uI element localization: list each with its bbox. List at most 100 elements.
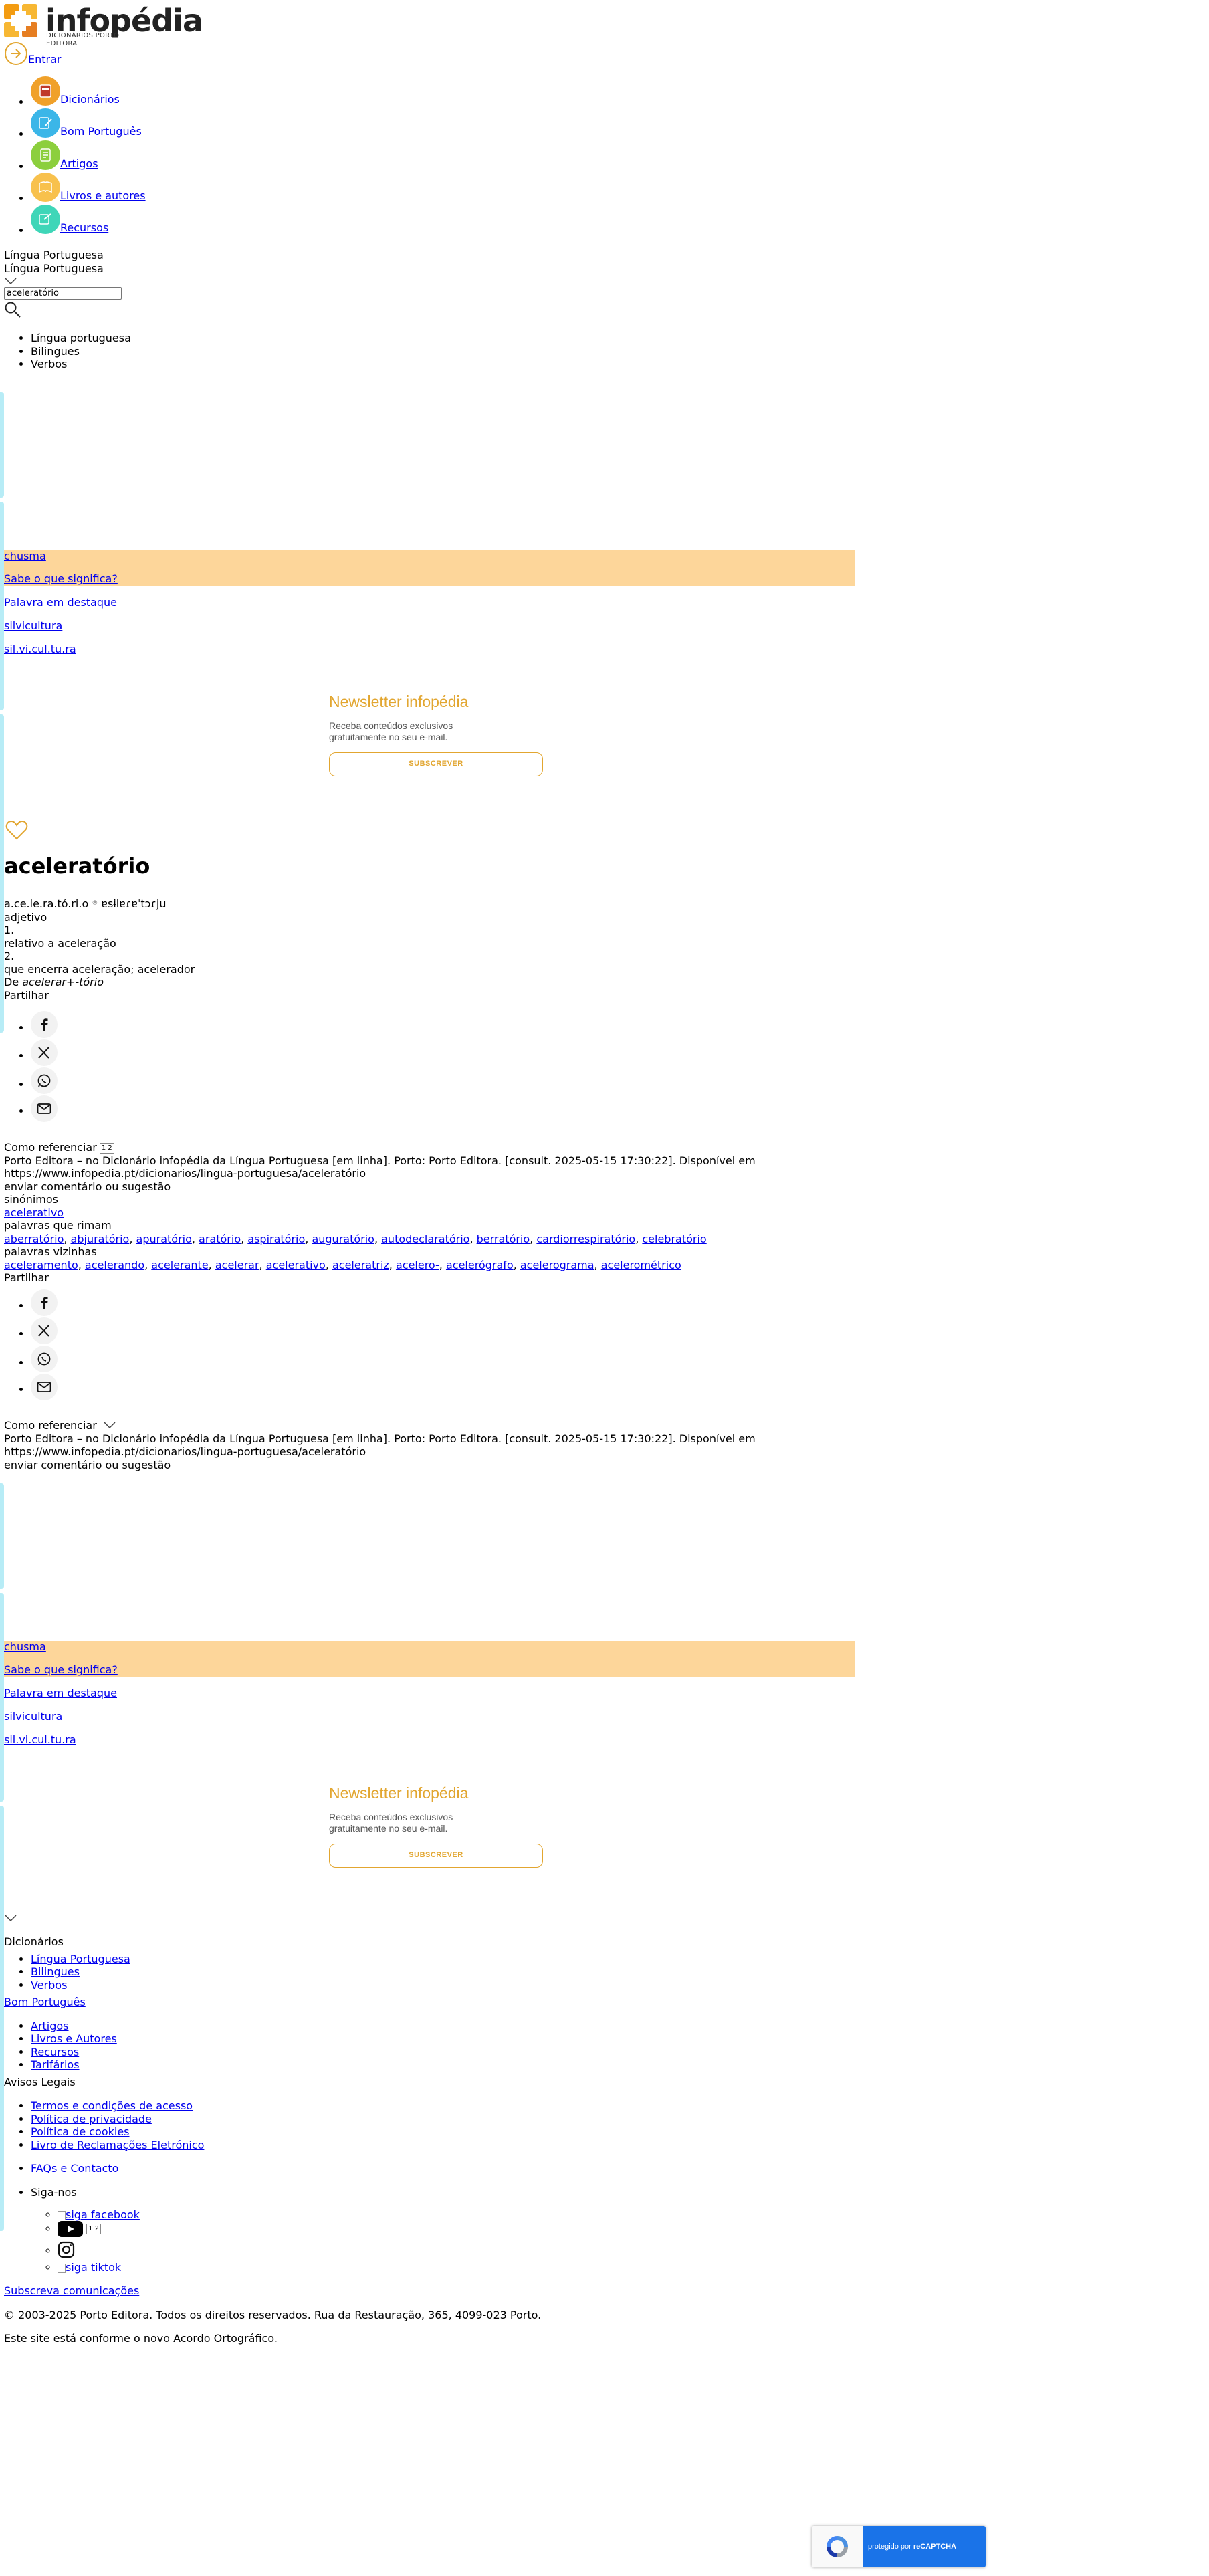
language-selector[interactable]: Língua Portuguesa Língua Portuguesa <box>4 249 104 288</box>
neighbor-link[interactable]: acelerógrafo <box>446 1259 514 1271</box>
feedback-link[interactable]: enviar comentário ou sugestão <box>4 1459 756 1472</box>
neighbor-link[interactable]: acelerativo <box>266 1259 326 1271</box>
promo-word[interactable]: chusma <box>4 550 46 562</box>
nav-item-artigos[interactable]: Artigos <box>31 138 146 170</box>
promo-question[interactable]: Sabe o que significa? <box>4 1663 118 1676</box>
chevron-down-icon[interactable] <box>4 277 17 285</box>
site-logo[interactable]: infopédia DICIONÁRIOS PORTO EDITORA <box>4 4 203 47</box>
footer-link[interactable]: Livro de Reclamações Eletrónico <box>31 2139 204 2151</box>
share-item[interactable] <box>31 1317 58 1346</box>
nav-label[interactable]: Dicionários <box>60 93 120 106</box>
rhyme-link[interactable]: apuratório <box>136 1232 192 1245</box>
audio-icon[interactable]: ® <box>92 900 98 907</box>
nav-label[interactable]: Bom Português <box>60 125 142 138</box>
share-item[interactable] <box>31 1095 58 1123</box>
email-icon[interactable] <box>31 1374 58 1400</box>
rhyme-link[interactable]: cardiorrespiratório <box>536 1232 635 1245</box>
nav-item-livros[interactable]: Livros e autores <box>31 170 146 202</box>
share-item[interactable] <box>31 1039 58 1067</box>
promo-question[interactable]: Sabe o que significa? <box>4 572 118 585</box>
nav-item-bom-portugues[interactable]: Bom Português <box>31 106 146 138</box>
cite-expand-icon[interactable]: 1 2 <box>99 1142 114 1154</box>
chevron-down-icon[interactable] <box>4 1914 17 1922</box>
footer-link[interactable]: Bilingues <box>31 1965 80 1978</box>
word-promo-banner[interactable] <box>4 550 855 586</box>
footer-link[interactable]: Tarifários <box>31 2058 80 2071</box>
neighbor-link[interactable]: acelero- <box>396 1259 439 1271</box>
footer-link[interactable]: Política de privacidade <box>31 2113 152 2125</box>
neighbor-link[interactable]: acelerograma <box>520 1259 594 1271</box>
x-twitter-icon[interactable] <box>31 1317 58 1344</box>
sense-number: 2. <box>4 950 15 962</box>
footer-faq-link[interactable]: FAQs e Contacto <box>31 2162 118 2175</box>
featured-syllables[interactable]: sil.vi.cul.tu.ra <box>4 643 76 655</box>
rhyme-link[interactable]: abjuratório <box>71 1232 130 1245</box>
x-twitter-icon[interactable] <box>31 1039 58 1066</box>
recaptcha-badge[interactable]: protegido por reCAPTCHA <box>812 2526 986 2567</box>
footer-link[interactable]: Artigos <box>31 2020 69 2032</box>
cite-toggle[interactable]: Como referenciar <box>4 1419 756 1432</box>
neighbor-link[interactable]: acelerando <box>85 1259 144 1271</box>
synonym-link[interactable]: acelerativo <box>4 1206 64 1219</box>
newsletter-subscribe-button[interactable]: SUBSCREVER <box>329 752 543 776</box>
feedback-link[interactable]: enviar comentário ou sugestão <box>4 1180 756 1194</box>
scope-option[interactable]: Verbos <box>31 358 131 371</box>
word-promo-banner[interactable] <box>4 1641 855 1677</box>
neighbor-link[interactable]: acelerométrico <box>601 1259 681 1271</box>
rhyme-link[interactable]: celebratório <box>642 1232 706 1245</box>
featured-word[interactable]: silvicultura <box>4 619 62 632</box>
nav-label[interactable]: Livros e autores <box>60 189 146 203</box>
subscribe-link[interactable]: Subscreva comunicações <box>4 2284 139 2297</box>
email-icon[interactable] <box>31 1095 58 1122</box>
footer-link[interactable]: Política de cookies <box>31 2125 130 2138</box>
search-icon[interactable] <box>4 301 21 318</box>
footer-link[interactable]: Termos e condições de acesso <box>31 2099 193 2112</box>
instagram-icon[interactable] <box>58 2241 75 2262</box>
nav-item-recursos[interactable]: Recursos <box>31 202 146 234</box>
rhyme-link[interactable]: aratório <box>199 1232 241 1245</box>
chevron-down-icon[interactable] <box>103 1421 116 1429</box>
facebook-link[interactable]: siga facebook <box>58 2208 140 2221</box>
whatsapp-icon[interactable] <box>31 1067 58 1094</box>
promo-word[interactable]: chusma <box>4 1640 46 1653</box>
facebook-icon[interactable] <box>31 1289 58 1316</box>
login-label[interactable]: Entrar <box>28 53 61 66</box>
footer-link[interactable]: Língua Portuguesa <box>31 1953 130 1965</box>
neighbor-link[interactable]: acelerante <box>151 1259 208 1271</box>
nav-item-dicionarios[interactable]: Dicionários <box>31 74 146 106</box>
whatsapp-icon[interactable] <box>31 1346 58 1372</box>
search-input[interactable] <box>4 287 122 300</box>
featured-label[interactable]: Palavra em destaque <box>4 1687 117 1699</box>
neighbor-link[interactable]: aceleramento <box>4 1259 78 1271</box>
cite-toggle[interactable]: Como referenciar 1 2 <box>4 1141 756 1154</box>
nav-label[interactable]: Artigos <box>60 157 98 171</box>
share-item[interactable] <box>31 1374 58 1402</box>
rhyme-link[interactable]: autodeclaratório <box>381 1232 469 1245</box>
youtube-icon[interactable] <box>58 2221 83 2237</box>
scope-option[interactable]: Língua portuguesa <box>31 332 131 345</box>
neighbor-link[interactable]: acelerar <box>215 1259 259 1271</box>
rhyme-link[interactable]: berratório <box>477 1232 530 1245</box>
featured-word[interactable]: silvicultura <box>4 1710 62 1723</box>
share-item[interactable] <box>31 1289 58 1317</box>
neighbor-link[interactable]: aceleratriz <box>332 1259 389 1271</box>
facebook-icon[interactable] <box>31 1011 58 1038</box>
rhyme-link[interactable]: aspiratório <box>247 1232 305 1245</box>
share-item[interactable] <box>31 1067 58 1095</box>
footer-link[interactable]: Recursos <box>31 2046 79 2058</box>
rhyme-link[interactable]: aberratório <box>4 1232 64 1245</box>
share-item[interactable] <box>31 1011 58 1039</box>
footer-link[interactable]: Livros e Autores <box>31 2032 117 2045</box>
newsletter-subscribe-button[interactable]: SUBSCREVER <box>329 1844 543 1868</box>
rhyme-link[interactable]: auguratório <box>312 1232 374 1245</box>
share-item[interactable] <box>31 1346 58 1374</box>
featured-label[interactable]: Palavra em destaque <box>4 596 117 609</box>
footer-bom-portugues-link[interactable]: Bom Português <box>4 1996 86 2008</box>
tiktok-link[interactable]: siga tiktok <box>58 2261 121 2274</box>
footer-link[interactable]: Verbos <box>31 1979 67 1992</box>
nav-label[interactable]: Recursos <box>60 221 108 235</box>
scope-option[interactable]: Bilingues <box>31 345 131 358</box>
favorite-heart-icon[interactable] <box>5 820 28 840</box>
login-link[interactable]: Entrar <box>4 40 61 66</box>
featured-syllables[interactable]: sil.vi.cul.tu.ra <box>4 1733 76 1746</box>
